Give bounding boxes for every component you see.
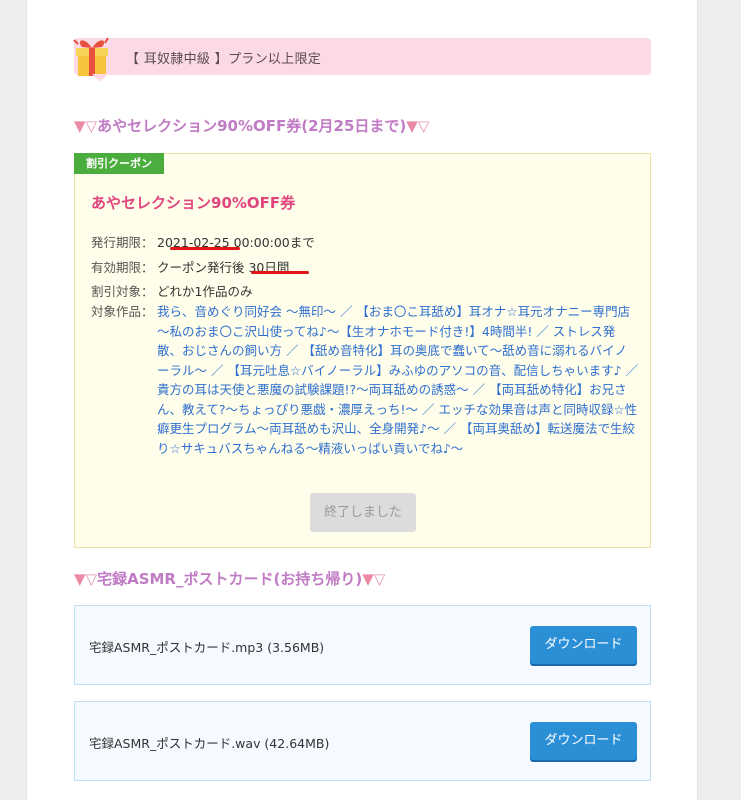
triangle-icon: ▼ bbox=[74, 117, 86, 135]
section-heading-postcard: ▼▽宅録ASMR_ポストカード(お持ち帰り)▼▽ bbox=[74, 568, 385, 589]
triangle-outline-icon: ▽ bbox=[373, 570, 386, 588]
download-filename: 宅録ASMR_ポストカード.wav (42.64MB) bbox=[89, 736, 330, 751]
plan-limited-banner: 【 耳奴隷中級 】プラン以上限定 bbox=[73, 37, 651, 82]
coupon-ended-button[interactable]: 終了しました bbox=[310, 493, 416, 532]
download-button[interactable]: ダウンロード bbox=[530, 722, 637, 760]
triangle-outline-icon: ▽ bbox=[417, 117, 430, 135]
triangle-icon: ▼ bbox=[406, 117, 418, 135]
discount-target-value: どれか1作品のみ bbox=[157, 284, 253, 299]
banner-pointer bbox=[92, 74, 108, 82]
red-underline-annotation bbox=[251, 271, 309, 274]
download-item-wav: 宅録ASMR_ポストカード.wav (42.64MB) ダウンロード bbox=[74, 701, 651, 781]
discount-target-label: 割引対象： bbox=[91, 284, 154, 299]
valid-period-label: 有効期限： bbox=[91, 260, 154, 275]
section-title: あやセレクション90%OFF券(2月25日まで) bbox=[97, 117, 407, 135]
coupon-title: あやセレクション90%OFF券 bbox=[91, 194, 296, 212]
target-works-label: 対象作品： bbox=[91, 304, 154, 319]
triangle-icon: ▼ bbox=[74, 570, 86, 588]
download-item-mp3: 宅録ASMR_ポストカード.mp3 (3.56MB) ダウンロード bbox=[74, 605, 651, 685]
triangle-outline-icon: ▽ bbox=[85, 117, 98, 135]
discount-target-row: 割引対象： どれか1作品のみ bbox=[91, 281, 252, 300]
page-content: 【 耳奴隷中級 】プラン以上限定 ▼▽あやセレクション90%OFF券(2月25日… bbox=[26, 0, 698, 800]
coupon-tag: 割引クーポン bbox=[74, 153, 164, 174]
download-filename: 宅録ASMR_ポストカード.mp3 (3.56MB) bbox=[89, 640, 325, 655]
target-works-text[interactable]: 我ら、音めぐり同好会 ～無印～ ／ 【おま〇こ耳舐め】耳オナ☆耳元オナニー専門店… bbox=[157, 304, 638, 456]
section-heading-coupon: ▼▽あやセレクション90%OFF券(2月25日まで)▼▽ bbox=[74, 115, 429, 136]
triangle-outline-icon: ▽ bbox=[85, 570, 98, 588]
coupon-card: 割引クーポン あやセレクション90%OFF券 発行期限： 2021-02-25 0… bbox=[74, 153, 651, 548]
gift-icon bbox=[73, 37, 109, 76]
issue-period-label: 発行期限： bbox=[91, 235, 154, 250]
download-button[interactable]: ダウンロード bbox=[530, 626, 637, 664]
triangle-icon: ▼ bbox=[362, 570, 374, 588]
section-title: 宅録ASMR_ポストカード(お持ち帰り) bbox=[97, 570, 363, 588]
plan-banner-text: 【 耳奴隷中級 】プラン以上限定 bbox=[126, 52, 322, 67]
red-underline-annotation bbox=[170, 247, 240, 250]
target-works-links[interactable]: 我ら、音めぐり同好会 ～無印～ ／ 【おま〇こ耳舐め】耳オナ☆耳元オナニー専門店… bbox=[157, 302, 639, 458]
